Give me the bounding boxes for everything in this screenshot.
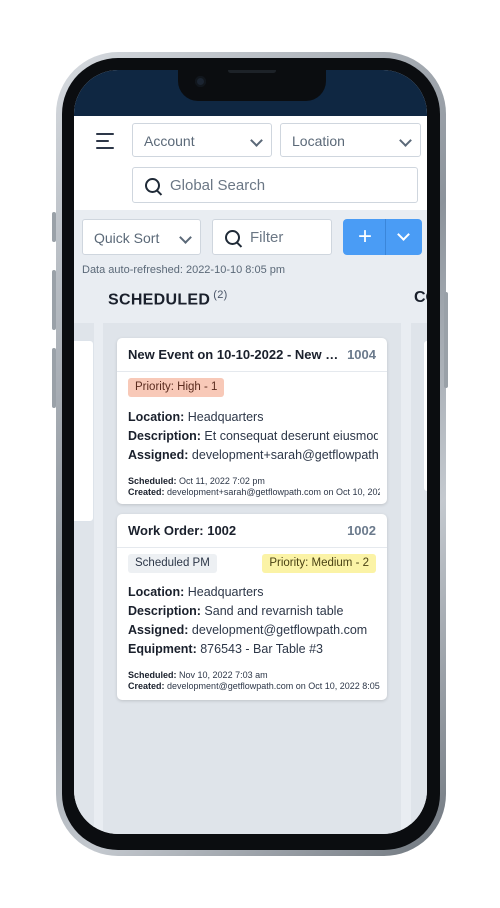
card-assigned: Assigned: development@getflowpath.com — [128, 623, 368, 637]
card-scheduled: Scheduled: Nov 10, 2022 7:03 am — [128, 670, 268, 680]
speaker-grille — [228, 70, 276, 73]
front-camera — [195, 76, 206, 87]
card-created: Created: development+sarah@getflowpath.c… — [128, 487, 380, 497]
quick-sort-select[interactable]: Quick Sort — [82, 219, 201, 255]
account-select[interactable]: Account — [132, 123, 272, 157]
card-created: Created: development@getflowpath.com on … — [128, 681, 380, 691]
card-assigned: Assigned: development+sarah@getflowpath.… — [128, 448, 378, 462]
filter-placeholder: Filter — [250, 229, 284, 246]
chevron-down-icon — [399, 134, 412, 147]
priority-badge: Priority: Medium - 2 — [262, 554, 376, 573]
card-title: New Event on 10-10-2022 - New Event — [128, 347, 343, 362]
hamburger-menu-icon[interactable] — [96, 133, 114, 149]
search-icon — [225, 230, 240, 245]
phone-screen: Account Location Global Search Quick Sor… — [74, 70, 427, 834]
card-description: Description: Sand and revarnish table — [128, 604, 344, 618]
chevron-down-icon — [250, 134, 263, 147]
card-scheduled: Scheduled: Oct 11, 2022 7:02 pm — [128, 476, 265, 486]
card-number: 1004 — [347, 347, 376, 362]
volume-up-button — [52, 270, 56, 330]
column-count: (2) — [213, 289, 228, 301]
mute-switch — [52, 212, 56, 242]
card-number: 1002 — [347, 523, 376, 538]
app-header: Account Location Global Search — [74, 116, 427, 210]
previous-column-card[interactable] — [74, 340, 94, 522]
add-button-divider — [385, 219, 386, 255]
location-select-label: Location — [292, 133, 345, 149]
column-title-scheduled: SCHEDULED (2) — [108, 289, 228, 309]
power-button — [444, 292, 448, 388]
card-description: Description: Et consequat deserunt eiusm… — [128, 429, 378, 443]
next-column-title: CO — [414, 289, 427, 306]
card-divider — [117, 547, 387, 548]
priority-badge: Priority: High - 1 — [128, 378, 225, 397]
location-select[interactable]: Location — [280, 123, 421, 157]
work-order-card[interactable]: Work Order: 1002 1002 Scheduled PM Prior… — [117, 514, 387, 700]
add-button[interactable]: + — [356, 223, 374, 251]
search-icon — [145, 178, 160, 193]
refresh-time: 2022-10-10 8:05 pm — [185, 264, 286, 276]
next-column-card[interactable] — [423, 340, 427, 492]
card-equipment: Equipment: 876543 - Bar Table #3 — [128, 642, 324, 656]
card-title: Work Order: 1002 — [128, 523, 237, 538]
card-location: Location: Headquarters — [128, 410, 264, 424]
scheduled-column-lane: New Event on 10-10-2022 - New Event 1004… — [103, 323, 401, 834]
add-button-group: + — [343, 219, 422, 255]
add-menu-chevron-icon[interactable] — [397, 228, 410, 241]
refresh-status: Data auto-refreshed: 2022-10-10 8:05 pm — [82, 264, 285, 276]
volume-down-button — [52, 348, 56, 408]
card-divider — [117, 371, 387, 372]
notch — [178, 70, 326, 101]
global-search-input[interactable]: Global Search — [132, 167, 418, 203]
quick-sort-label: Quick Sort — [94, 230, 160, 246]
account-select-label: Account — [144, 133, 195, 149]
pm-badge: Scheduled PM — [128, 554, 217, 573]
card-location: Location: Headquarters — [128, 585, 264, 599]
work-order-card[interactable]: New Event on 10-10-2022 - New Event 1004… — [117, 338, 387, 504]
refresh-label: Data auto-refreshed: — [82, 264, 183, 276]
chevron-down-icon — [179, 231, 192, 244]
column-title-text: SCHEDULED — [108, 291, 211, 309]
filter-input[interactable]: Filter — [212, 219, 332, 255]
global-search-placeholder: Global Search — [170, 177, 266, 194]
